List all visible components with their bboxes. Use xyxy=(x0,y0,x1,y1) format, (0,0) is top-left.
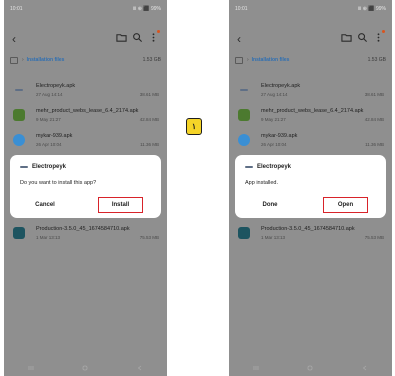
back-button-icon[interactable] xyxy=(136,365,144,371)
production-icon xyxy=(238,227,250,239)
status-bar: 10:01 Ⅲ ⊕ ⬛ 99% xyxy=(4,0,167,18)
search-icon[interactable] xyxy=(357,32,368,43)
more-options[interactable] xyxy=(148,30,160,43)
folder-size: 1.53 GB xyxy=(142,57,161,63)
file-size: 11.36 MB xyxy=(365,142,384,147)
toolbar-actions xyxy=(116,30,160,43)
file-name: Production-3.5.0_45_1674584710.apk xyxy=(36,226,130,232)
file-name: Electropeyk.apk xyxy=(261,83,301,89)
toolbar-actions xyxy=(341,30,385,43)
back-arrow-icon[interactable]: ‹ xyxy=(12,32,16,46)
cancel-button[interactable]: Cancel xyxy=(25,197,65,213)
app-icon xyxy=(245,166,253,168)
file-name: mykar-939.apk xyxy=(261,133,298,139)
toolbar: ‹ xyxy=(229,30,392,50)
mykar-icon xyxy=(238,134,250,146)
file-name: mehr_product_webs_lease_6.4_2174.apk xyxy=(261,108,364,114)
mehr-icon xyxy=(13,109,25,121)
file-size: 38.61 MB xyxy=(139,92,159,97)
file-size: 38.61 MB xyxy=(364,92,384,97)
home-icon[interactable] xyxy=(10,56,18,64)
file-row[interactable]: mykar-939.apk 26 Apr 10:04 11.36 MB xyxy=(229,130,392,152)
file-size: 75.53 MB xyxy=(364,235,384,240)
app-icon xyxy=(20,166,28,168)
dialog-app-name: Electropeyk xyxy=(32,164,67,170)
status-indicators: Ⅲ ⊕ ⬛ 99% xyxy=(357,6,386,12)
done-button[interactable]: Done xyxy=(250,197,290,213)
file-date: 27 Aug 14:14 xyxy=(36,92,63,97)
status-time: 10:01 xyxy=(235,6,248,12)
file-size: 75.53 MB xyxy=(139,235,159,240)
open-button[interactable]: Open xyxy=(323,197,368,213)
step-marker: ١ xyxy=(186,118,202,135)
file-row[interactable]: mehr_product_webs_lease_6.4_2174.apk 9 M… xyxy=(229,105,392,127)
electropeyk-icon xyxy=(240,89,248,91)
dialog-header: Electropeyk xyxy=(20,164,66,170)
file-row[interactable]: Production-3.5.0_45_1674584710.apk 1 Mar… xyxy=(229,223,392,245)
file-name: mehr_product_webs_lease_6.4_2174.apk xyxy=(36,108,139,114)
file-date: 1 Mar 13:13 xyxy=(36,235,61,240)
home-icon[interactable] xyxy=(235,56,243,64)
chevron-right-icon: › xyxy=(22,57,24,63)
file-date: 26 Apr 10:04 xyxy=(36,142,62,147)
home-button-icon[interactable] xyxy=(306,365,314,371)
folder-size: 1.53 GB xyxy=(367,57,386,63)
file-date: 27 Aug 14:14 xyxy=(261,92,288,97)
status-bar: 10:01 Ⅲ ⊕ ⬛ 99% xyxy=(229,0,392,18)
file-date: 9 May 21:27 xyxy=(36,117,61,122)
status-time: 10:01 xyxy=(10,6,23,12)
file-name: mykar-939.apk xyxy=(36,133,73,139)
install-dialog: Electropeyk Do you want to install this … xyxy=(10,155,161,218)
breadcrumb: › Installation files 1.53 GB xyxy=(235,54,386,66)
more-vertical-icon[interactable] xyxy=(373,32,384,43)
dialog-message: App installed. xyxy=(245,180,279,186)
folder-icon[interactable] xyxy=(116,32,127,43)
back-button-icon[interactable] xyxy=(361,365,369,371)
status-indicators: Ⅲ ⊕ ⬛ 99% xyxy=(132,6,161,12)
breadcrumb-folder[interactable]: Installation files xyxy=(27,57,65,63)
file-size: 42.84 MB xyxy=(364,117,384,122)
phone-screen-installed: 10:01 Ⅲ ⊕ ⬛ 99% ‹ › Installation files 1… xyxy=(229,0,392,376)
navigation-bar xyxy=(229,360,392,376)
chevron-right-icon: › xyxy=(247,57,249,63)
dialog-message: Do you want to install this app? xyxy=(20,180,97,186)
breadcrumb-folder[interactable]: Installation files xyxy=(252,57,290,63)
install-button[interactable]: Install xyxy=(98,197,143,213)
installed-dialog: Electropeyk App installed. Done Open xyxy=(235,155,386,218)
recent-apps-icon[interactable] xyxy=(27,365,35,371)
electropeyk-icon xyxy=(15,89,23,91)
dialog-header: Electropeyk xyxy=(245,164,291,170)
breadcrumb: › Installation files 1.53 GB xyxy=(10,54,161,66)
toolbar: ‹ xyxy=(4,30,167,50)
file-name: Production-3.5.0_45_1674584710.apk xyxy=(261,226,355,232)
back-arrow-icon[interactable]: ‹ xyxy=(237,32,241,46)
recent-apps-icon[interactable] xyxy=(252,365,260,371)
mehr-icon xyxy=(238,109,250,121)
file-date: 1 Mar 13:13 xyxy=(261,235,286,240)
file-size: 42.84 MB xyxy=(139,117,159,122)
dialog-app-name: Electropeyk xyxy=(257,164,292,170)
navigation-bar xyxy=(4,360,167,376)
search-icon[interactable] xyxy=(132,32,143,43)
file-date: 26 Apr 10:04 xyxy=(261,142,287,147)
phone-screen-install-prompt: 10:01 Ⅲ ⊕ ⬛ 99% ‹ › Installation files 1… xyxy=(4,0,167,376)
file-size: 11.36 MB xyxy=(140,142,159,147)
file-name: Electropeyk.apk xyxy=(36,83,76,89)
file-row[interactable]: mykar-939.apk 26 Apr 10:04 11.36 MB xyxy=(4,130,167,152)
file-row[interactable]: Electropeyk.apk 27 Aug 14:14 38.61 MB xyxy=(4,80,167,102)
notification-dot xyxy=(382,30,385,33)
more-vertical-icon[interactable] xyxy=(148,32,159,43)
file-row[interactable]: mehr_product_webs_lease_6.4_2174.apk 9 M… xyxy=(4,105,167,127)
notification-dot xyxy=(157,30,160,33)
more-options[interactable] xyxy=(373,30,385,43)
mykar-icon xyxy=(13,134,25,146)
file-date: 9 May 21:27 xyxy=(261,117,286,122)
file-row[interactable]: Production-3.5.0_45_1674584710.apk 1 Mar… xyxy=(4,223,167,245)
production-icon xyxy=(13,227,25,239)
home-button-icon[interactable] xyxy=(81,365,89,371)
file-row[interactable]: Electropeyk.apk 27 Aug 14:14 38.61 MB xyxy=(229,80,392,102)
folder-icon[interactable] xyxy=(341,32,352,43)
